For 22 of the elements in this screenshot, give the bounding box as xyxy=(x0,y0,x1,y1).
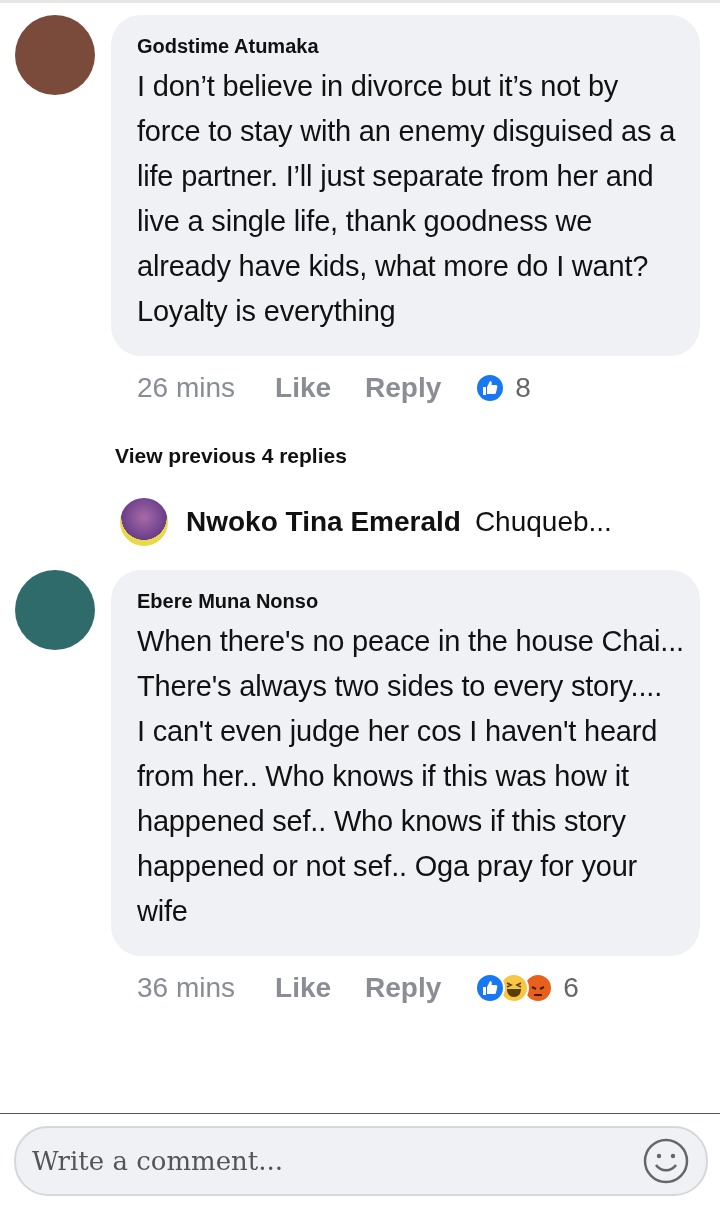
view-replies-link[interactable]: View previous 4 replies xyxy=(0,404,720,498)
reply-link[interactable]: Reply xyxy=(365,972,442,1004)
avatar-photo-placeholder xyxy=(120,498,168,546)
reply-preview-text: Chuqueb... xyxy=(474,506,612,538)
author-name[interactable]: Ebere Muna Nonso xyxy=(137,590,686,613)
like-link[interactable]: Like xyxy=(275,372,332,404)
thumbs-up-icon xyxy=(475,973,506,1003)
reply-link[interactable]: Reply xyxy=(365,372,442,404)
smiley-icon[interactable] xyxy=(642,1137,690,1185)
reply-author-name[interactable]: Nwoko Tina Emerald xyxy=(186,506,461,538)
timestamp: 36 mins xyxy=(137,972,236,1004)
comment-text: I don’t believe in divorce but it’s not by force to stay with an enemy disguised as a life partner. I’ll just separate from her and live a single life, thank goodness we already have kids, what more do I want? Loyalty is everything xyxy=(137,69,677,329)
thumbs-up-icon xyxy=(475,373,506,403)
timestamp: 26 mins xyxy=(137,372,236,404)
reaction-count[interactable]: 6 xyxy=(563,972,579,1004)
reaction-count[interactable]: 8 xyxy=(515,372,531,404)
comment-field[interactable]: Write a comment... xyxy=(14,1126,708,1196)
comment-input-field[interactable]: Write a comment... xyxy=(30,1145,642,1177)
like-link[interactable]: Like xyxy=(275,972,332,1004)
author-name[interactable]: Godstime Atumaka xyxy=(137,35,686,58)
comment-text: When there's no peace in the house Chai... There's always two sides to every story.... xyxy=(137,624,685,704)
comment-text: I can't even judge her cos I haven't heard from her.. Who knows if this was how it happened sef.. Who knows if this story happened or not sef.. Oga pray for your wife xyxy=(137,714,659,929)
